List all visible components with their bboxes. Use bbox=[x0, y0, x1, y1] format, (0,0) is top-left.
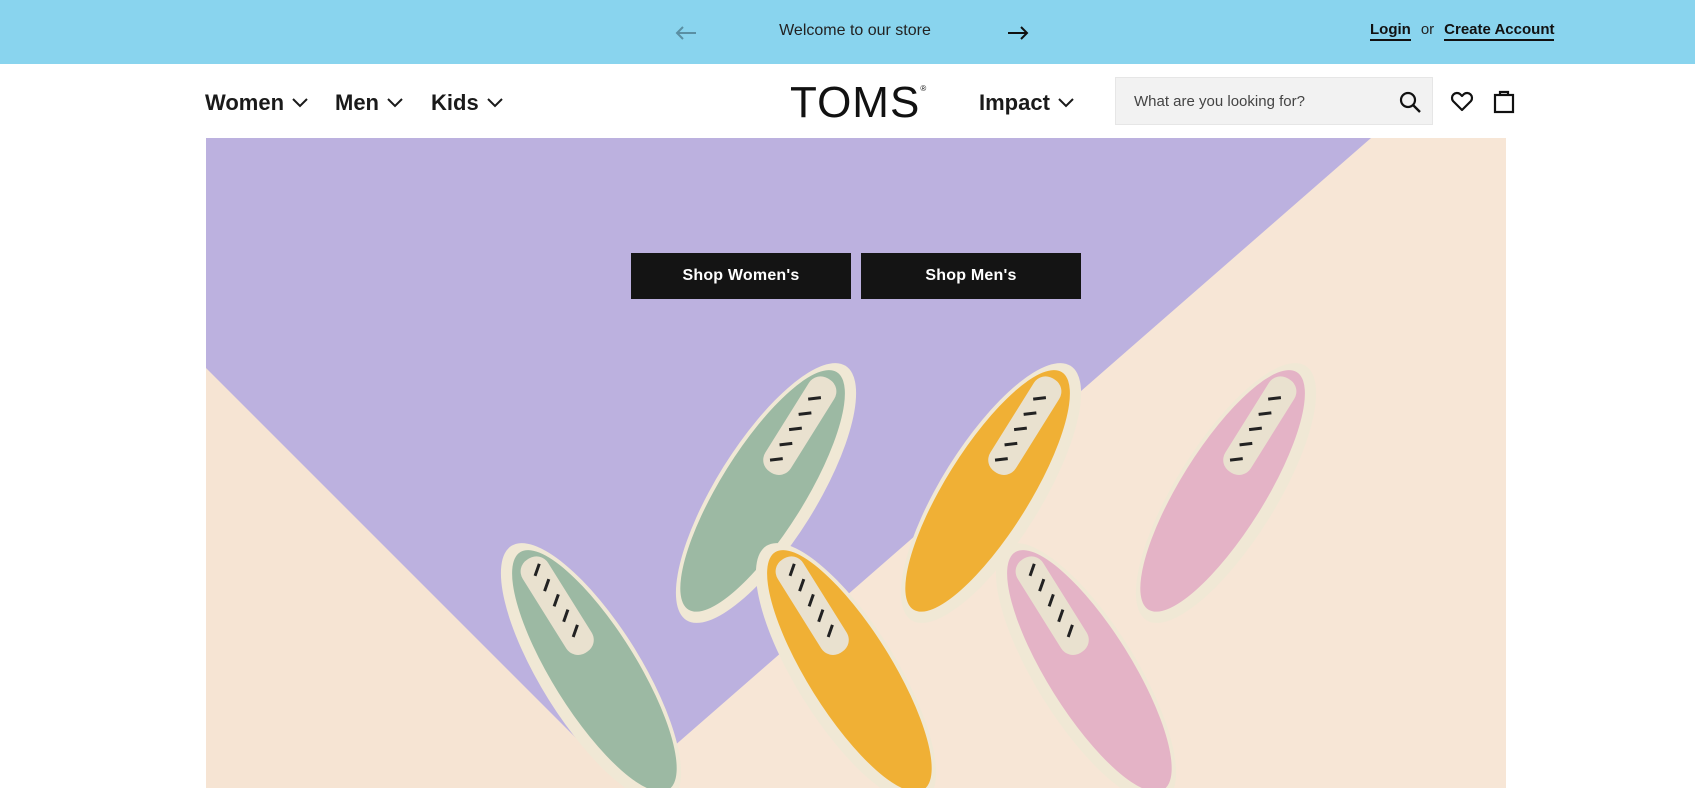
search-icon[interactable] bbox=[1398, 90, 1422, 114]
toms-logo[interactable]: TOMS® bbox=[790, 78, 927, 128]
account-links: Login or Create Account bbox=[1370, 21, 1555, 41]
announcement-next-button[interactable] bbox=[1005, 20, 1031, 46]
nav-impact-label: Impact bbox=[979, 90, 1050, 115]
announcement-bar: Welcome to our store Login or Create Acc… bbox=[0, 0, 1695, 64]
chevron-down-icon bbox=[292, 98, 308, 108]
nav-women-label: Women bbox=[205, 90, 285, 115]
hero-image bbox=[206, 138, 1506, 788]
announcement-prev-button[interactable] bbox=[673, 20, 699, 46]
arrow-right-icon bbox=[1008, 26, 1029, 40]
shop-womens-button[interactable]: Shop Women's bbox=[631, 253, 851, 299]
nav-women[interactable]: Women bbox=[205, 90, 308, 116]
announcement-message: Welcome to our store bbox=[779, 22, 931, 39]
chevron-down-icon bbox=[387, 98, 403, 108]
shop-mens-button[interactable]: Shop Men's bbox=[861, 253, 1081, 299]
arrow-left-icon bbox=[675, 26, 696, 40]
registered-mark: ® bbox=[920, 84, 928, 93]
login-link[interactable]: Login bbox=[1370, 21, 1411, 41]
nav-men-label: Men bbox=[335, 90, 379, 115]
chevron-down-icon bbox=[1058, 98, 1074, 108]
nav-kids[interactable]: Kids bbox=[431, 90, 503, 116]
create-account-link[interactable]: Create Account bbox=[1444, 21, 1555, 41]
account-or-text: or bbox=[1420, 21, 1435, 38]
nav-men[interactable]: Men bbox=[335, 90, 403, 116]
heart-icon[interactable] bbox=[1449, 88, 1475, 114]
nav-kids-label: Kids bbox=[431, 90, 479, 115]
nav-impact[interactable]: Impact bbox=[979, 90, 1074, 116]
search-input[interactable] bbox=[1134, 78, 1384, 124]
chevron-down-icon bbox=[486, 98, 503, 108]
site-header: Women Men Kids TOMS® Impact bbox=[0, 64, 1695, 138]
hero-banner: Shop Women's Shop Men's bbox=[206, 138, 1506, 788]
shopping-bag-icon[interactable] bbox=[1491, 88, 1517, 114]
search-box bbox=[1115, 77, 1433, 125]
logo-text: TOMS bbox=[790, 78, 921, 127]
